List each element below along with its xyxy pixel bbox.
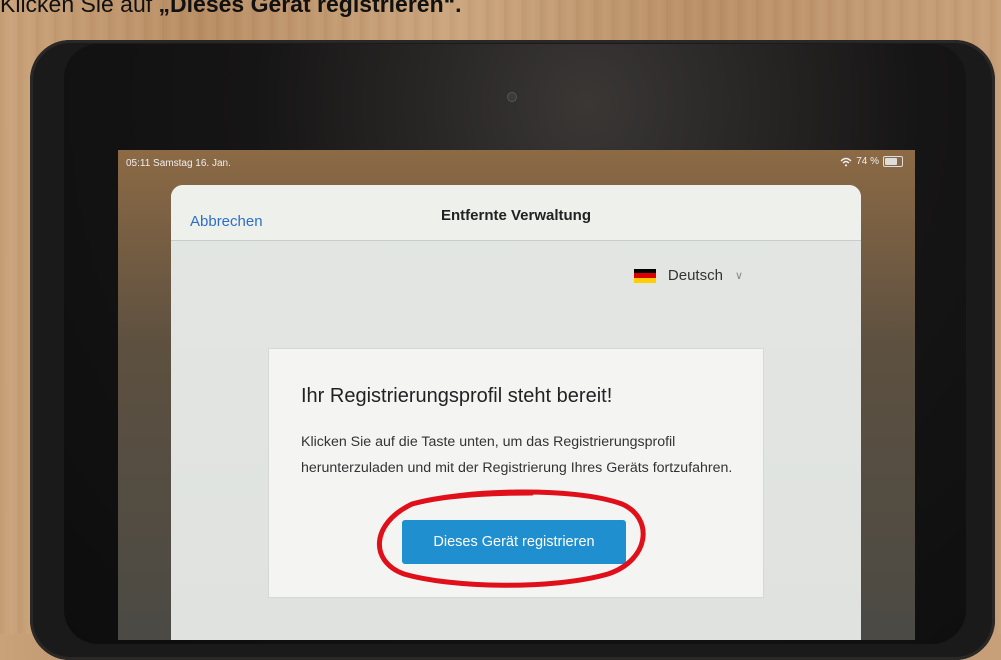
status-time-date: 05:11 Samstag 16. Jan.	[126, 158, 231, 169]
status-indicators: 74 %	[840, 156, 903, 167]
register-device-button[interactable]: Dieses Gerät registrieren	[402, 520, 626, 564]
enrollment-card: Ihr Registrierungsprofil steht bereit! K…	[268, 348, 764, 598]
wifi-icon	[840, 157, 852, 166]
caption-highlight: „Dieses Gerät registrieren“.	[158, 0, 462, 17]
language-label: Deutsch	[667, 267, 723, 284]
sheet-header: Abbrechen Entfernte Verwaltung	[171, 185, 861, 241]
sheet-title: Entfernte Verwaltung	[440, 207, 592, 224]
chevron-down-icon: ∨	[734, 270, 743, 282]
card-title: Ihr Registrierungsprofil steht bereit!	[301, 385, 613, 407]
caption-text: Klicken Sie auf	[0, 0, 159, 17]
ipad-screen: 05:11 Samstag 16. Jan. 74 % Abbrechen En…	[118, 150, 915, 640]
remote-management-sheet: Abbrechen Entfernte Verwaltung Deutsch ∨…	[171, 185, 861, 640]
instruction-caption: Klicken Sie auf „Dieses Gerät registrier…	[0, 0, 462, 17]
flag-stripe-gold	[633, 277, 656, 283]
language-selector[interactable]: Deutsch ∨	[633, 267, 743, 284]
camera-icon	[507, 92, 517, 102]
status-bar: 05:11 Samstag 16. Jan. 74 %	[118, 150, 915, 176]
card-description: Klicken Sie auf die Taste unten, um das …	[301, 434, 733, 476]
german-flag-icon	[633, 268, 656, 283]
battery-level	[885, 158, 897, 165]
battery-icon	[883, 156, 903, 167]
battery-percentage: 74 %	[856, 156, 879, 167]
